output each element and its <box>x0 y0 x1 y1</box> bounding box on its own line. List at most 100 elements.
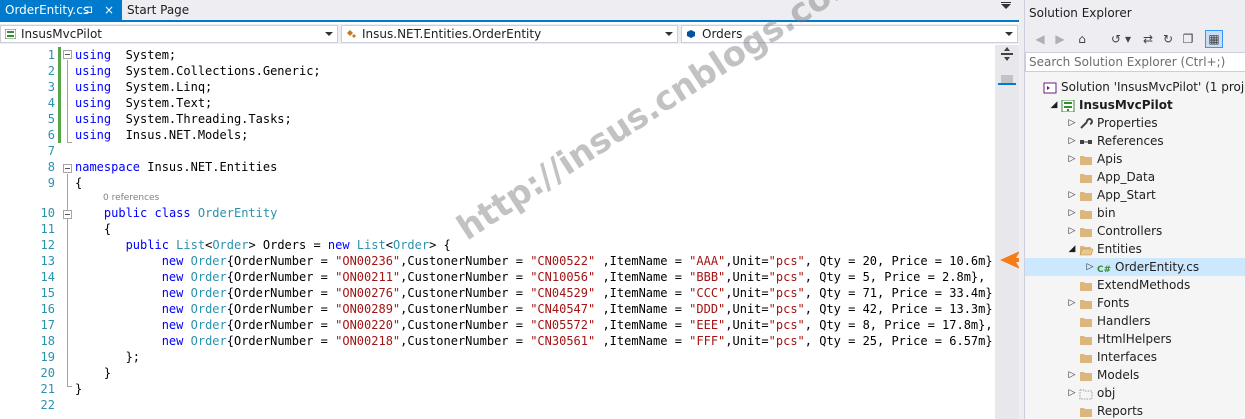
collapse-toggle-icon[interactable] <box>63 50 72 59</box>
tree-item-orderentity-cs[interactable]: ▷ C# OrderEntity.cs <box>1025 258 1245 276</box>
expand-arrow-icon[interactable]: ▷ <box>1067 186 1077 204</box>
code-line: } <box>75 381 82 397</box>
code-line: }; <box>75 349 140 365</box>
collapse-toggle-icon[interactable] <box>63 210 72 219</box>
code-line: { <box>75 221 111 237</box>
sync-icon[interactable]: ⇄ <box>1139 30 1157 48</box>
code-token: ,Unit= <box>725 270 769 284</box>
folder-icon <box>1079 315 1093 327</box>
home-icon[interactable]: ⌂ <box>1073 30 1091 48</box>
code-token: > Orders = <box>248 238 328 252</box>
folder-icon <box>1079 405 1093 417</box>
expand-arrow-icon[interactable]: ▷ <box>1067 366 1077 384</box>
wrench-icon <box>1079 117 1093 129</box>
code-token: Order <box>392 238 430 252</box>
line-number: 13 <box>40 254 55 268</box>
tree-item-controllers[interactable]: ▷ Controllers <box>1025 222 1245 240</box>
close-icon[interactable]: × <box>104 0 114 20</box>
line-number: 20 <box>40 366 55 380</box>
code-token: ,ItemName = <box>595 334 690 348</box>
code-token: public <box>125 238 169 252</box>
expand-arrow-icon[interactable]: ▷ <box>1067 294 1077 312</box>
collapse-all-icon[interactable]: ❐ <box>1179 30 1197 48</box>
split-window-icon[interactable] <box>1001 47 1013 61</box>
expand-arrow-icon[interactable]: ▷ <box>1067 204 1077 222</box>
tree-item-handlers[interactable]: Handlers <box>1025 312 1245 330</box>
expand-arrow-icon[interactable]: ▷ <box>1067 132 1077 150</box>
outline-line <box>67 174 68 386</box>
tree-item-fonts[interactable]: ▷ Fonts <box>1025 294 1245 312</box>
folder-icon <box>1079 297 1093 309</box>
expand-arrow-icon[interactable]: ▷ <box>1067 150 1077 168</box>
code-line: new Order{OrderNumber = "ON00289",Custon… <box>75 301 1000 317</box>
expand-arrow-icon[interactable]: ▷ <box>1067 222 1077 240</box>
tab-start-page[interactable]: Start Page <box>122 0 222 20</box>
tree-item-properties[interactable]: ▷ Properties <box>1025 114 1245 132</box>
search-input[interactable]: Search Solution Explorer (Ctrl+;) <box>1025 52 1245 72</box>
code-token: ,CustonerNumber = <box>400 334 531 348</box>
code-token: "DDD" <box>689 302 726 316</box>
code-text-area[interactable]: 1 using System; 2 using System.Collections.… <box>0 45 1019 419</box>
collapse-toggle-icon[interactable] <box>63 164 72 173</box>
tree-item-obj[interactable]: ▷ obj <box>1025 384 1245 402</box>
tree-item-htmlhelpers[interactable]: HtmlHelpers <box>1025 330 1245 348</box>
code-token: {OrderNumber = <box>226 270 336 284</box>
tab-orderentity-cs[interactable]: OrderEntity.cs ⊐ × <box>0 0 122 20</box>
code-token: {OrderNumber = <box>226 334 336 348</box>
tree-item-label: Handlers <box>1097 314 1151 328</box>
code-token: "CN40547" <box>530 302 596 316</box>
hidden-folder-icon <box>1079 387 1093 400</box>
tree-item-references[interactable]: ▷ References <box>1025 132 1245 150</box>
show-all-files-icon[interactable]: ▦ <box>1205 30 1223 48</box>
tree-item-apis[interactable]: ▷ Apis <box>1025 150 1245 168</box>
tree-item-extendmethods[interactable]: ExtendMethods <box>1025 276 1245 294</box>
tree-item-interfaces[interactable]: Interfaces <box>1025 348 1245 366</box>
tree-item-label: Apis <box>1097 152 1123 166</box>
collapse-arrow-icon[interactable]: ◢ <box>1049 96 1059 114</box>
tree-item-bin[interactable]: ▷ bin <box>1025 204 1245 222</box>
tree-item-label: Reports <box>1097 404 1144 418</box>
code-token: new <box>161 254 184 268</box>
tree-item-app-data[interactable]: App_Data <box>1025 168 1245 186</box>
refresh-icon[interactable]: ↻ <box>1159 30 1177 48</box>
tree-item-entities[interactable]: ◢ Entities <box>1025 240 1245 258</box>
collapse-arrow-icon[interactable]: ◢ <box>1067 240 1077 258</box>
folder-open-icon <box>1079 243 1094 256</box>
type-dropdown[interactable]: Insus.NET.Entities.OrderEntity <box>341 25 678 43</box>
expand-arrow-icon[interactable]: ▷ <box>1067 384 1077 402</box>
code-editor: OrderEntity.cs ⊐ × Start Page InsusMvcPi… <box>0 0 1019 419</box>
tab-overflow-icon[interactable] <box>1001 4 1011 9</box>
tree-item-app-start[interactable]: ▷ App_Start <box>1025 186 1245 204</box>
code-token: } <box>75 366 112 380</box>
pin-icon[interactable]: ⊐ <box>84 0 93 20</box>
expand-arrow-icon[interactable]: ▷ <box>1085 258 1095 276</box>
code-token: using <box>75 80 112 94</box>
back-icon[interactable]: ◀ <box>1031 30 1049 48</box>
code-token: "AAA" <box>689 254 726 268</box>
code-line: using System.Threading.Tasks; <box>75 111 292 127</box>
code-token: "ON00236" <box>335 254 401 268</box>
tree-item-solution-insusmvcpilot-1-project[interactable]: Solution 'InsusMvcPilot' (1 project) <box>1025 78 1245 96</box>
field-icon <box>687 30 695 38</box>
code-token: "ON00211" <box>335 270 401 284</box>
chevron-down-icon <box>325 32 333 36</box>
tree-item-reports[interactable]: Reports <box>1025 402 1245 419</box>
code-token: new <box>327 238 350 252</box>
code-token: Insus.NET.Entities <box>140 160 278 174</box>
forward-icon[interactable]: ▶ <box>1051 30 1069 48</box>
codelens-references[interactable]: 0 references <box>103 192 159 204</box>
scrollbar-thumb[interactable] <box>1001 75 1013 83</box>
chevron-down-icon[interactable]: ▾ <box>1123 30 1133 48</box>
expand-arrow-icon[interactable]: ▷ <box>1067 114 1077 132</box>
code-token: "EEE" <box>689 318 726 332</box>
tree-item-models[interactable]: ▷ Models <box>1025 366 1245 384</box>
code-token: {OrderNumber = <box>226 318 336 332</box>
code-token: "CCC" <box>689 286 726 300</box>
vertical-scrollbar[interactable] <box>995 45 1019 419</box>
project-dropdown[interactable]: InsusMvcPilot <box>0 25 338 43</box>
tree-item-insusmvcpilot[interactable]: ◢ InsusMvcPilot <box>1025 96 1245 114</box>
code-token: new <box>161 302 184 316</box>
tree-item-label: OrderEntity.cs <box>1115 260 1200 274</box>
